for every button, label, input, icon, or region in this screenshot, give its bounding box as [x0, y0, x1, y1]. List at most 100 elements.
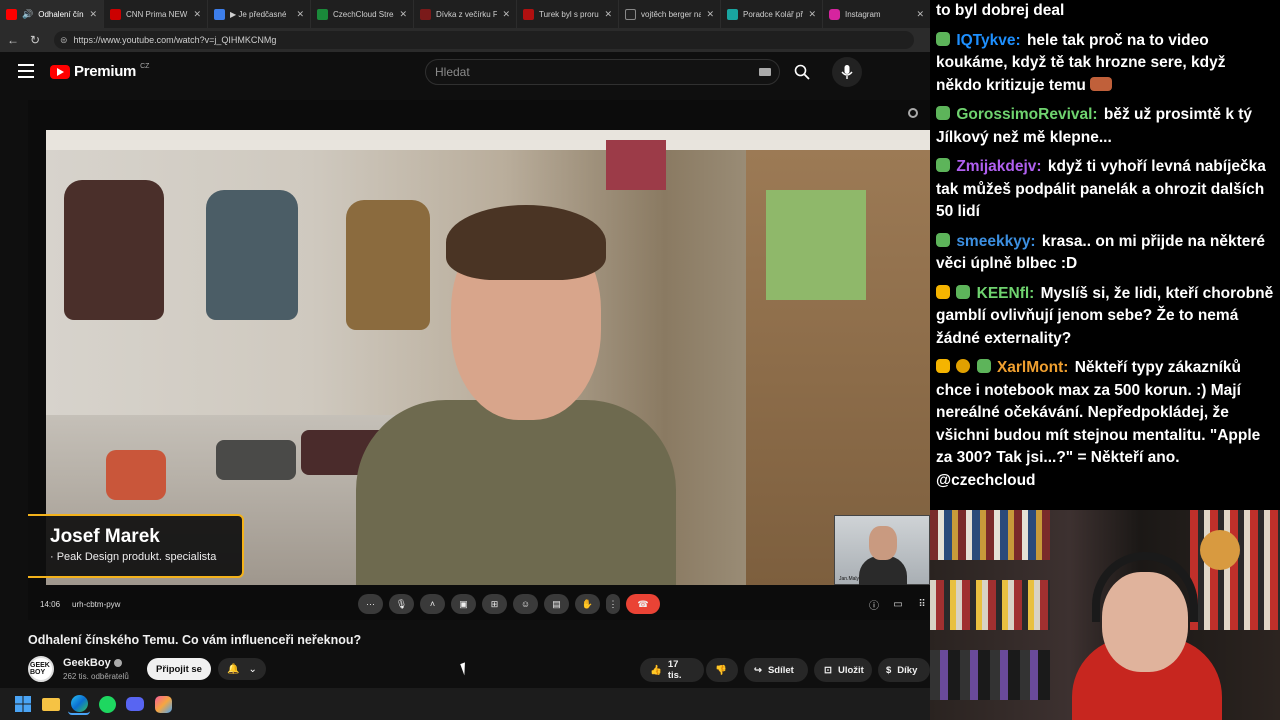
tab-title: CNN Prima NEWS — [126, 9, 189, 19]
present-screen-icon[interactable]: ⊞ — [482, 594, 507, 614]
share-icon: ↪ — [754, 664, 762, 676]
backpack-maroon — [64, 180, 164, 320]
copilot-icon[interactable] — [152, 693, 174, 715]
tab-title: vojtěch berger na — [641, 9, 702, 19]
hamburger-menu-icon[interactable] — [18, 64, 34, 78]
video-player[interactable]: Jan.Maly Josef Marek · Peak Design produ… — [28, 100, 930, 620]
emote-icon — [1090, 76, 1113, 91]
save-icon: ⊡ — [824, 664, 832, 676]
close-tab-icon[interactable]: ✕ — [193, 9, 201, 20]
spotify-icon[interactable] — [96, 693, 118, 715]
tab-title: Dívka z večírku Fi — [436, 9, 498, 19]
chat-message: GorossimoRevival: běž už prosimtě k tý J… — [936, 104, 1274, 149]
close-tab-icon[interactable]: ✕ — [604, 9, 612, 20]
join-button[interactable]: Připojit se — [147, 658, 211, 680]
channel-name: GeekBoy — [63, 657, 111, 669]
meeting-controls: 14:06 urh-cbtm-pyw ··· 🎙 ˄ ▣ ⊞ ☺ ▤ ✋ ⋮ ☎… — [28, 590, 930, 618]
tab-0[interactable]: 🔊 Odhalení čínsk ✕ — [0, 0, 104, 28]
notifications-button[interactable]: 🔔 ⌄ — [218, 658, 266, 680]
share-label: Sdílet — [767, 664, 794, 676]
browser-window: 🔊 Odhalení čínsk ✕ CNN Prima NEWS ✕ ▶ Je… — [0, 0, 930, 688]
tab-5[interactable]: Turek byl s prorus ✕ — [517, 0, 619, 28]
chevron-up-icon[interactable]: ˄ — [420, 594, 445, 614]
tab-3[interactable]: CzechCloud Stream ✕ — [311, 0, 414, 28]
chat-message: XarlMont: Někteří typy zákazníků chce i … — [936, 357, 1274, 492]
thanks-icon: $ — [886, 664, 892, 676]
close-tab-icon[interactable]: ✕ — [89, 9, 97, 20]
captions-icon[interactable]: ▤ — [544, 594, 569, 614]
tab-7[interactable]: Poradce Kolář při ✕ — [721, 0, 823, 28]
tab-6[interactable]: vojtěch berger na ✕ — [619, 0, 721, 28]
tab-1[interactable]: CNN Prima NEWS ✕ — [104, 0, 208, 28]
chat-username[interactable]: Zmijakdejv: — [956, 158, 1041, 175]
info-icon[interactable]: ⓘ — [868, 598, 880, 612]
thumbs-down-icon: 👎 — [715, 664, 727, 676]
camera-toggle-icon[interactable]: ▣ — [451, 594, 476, 614]
pink-poster — [606, 140, 666, 190]
close-tab-icon[interactable]: ✕ — [916, 9, 924, 20]
thanks-button[interactable]: $ Díky — [878, 658, 930, 682]
more-options-icon[interactable]: ··· — [358, 594, 383, 614]
chat-username[interactable]: XarlMont: — [997, 359, 1068, 376]
keyboard-icon[interactable] — [759, 68, 771, 76]
emoji-icon[interactable]: ☺ — [513, 594, 538, 614]
verified-icon — [113, 659, 122, 667]
sub-badge-icon — [936, 106, 950, 120]
search-input[interactable]: Hledat — [425, 59, 780, 85]
channel-avatar[interactable]: GEEK BOY — [28, 656, 54, 682]
windows-taskbar — [0, 688, 930, 720]
crown-badge-icon — [936, 359, 950, 373]
chat-username[interactable]: IQTykve: — [956, 32, 1020, 49]
chat-message: Zmijakdejv: když ti vyhoří levná nabíječ… — [936, 156, 1274, 224]
close-tab-icon[interactable]: ✕ — [808, 9, 816, 20]
discord-icon[interactable] — [124, 693, 146, 715]
close-tab-icon[interactable]: ✕ — [296, 9, 304, 20]
picture-in-picture-tile[interactable]: Jan.Maly — [834, 515, 930, 585]
region-code: CZ — [140, 63, 150, 70]
stream-chat: to byl dobrej deal IQTykve: hele tak pro… — [930, 0, 1280, 510]
site-info-icon[interactable]: ⊜ — [60, 35, 68, 46]
tab-2[interactable]: ▶ Je předčasné ✕ — [208, 0, 311, 28]
chat-icon[interactable]: ▭ — [892, 598, 904, 610]
mic-toggle-icon[interactable]: 🎙 — [389, 594, 414, 614]
share-button[interactable]: ↪ Sdílet — [744, 658, 808, 682]
windows-icon[interactable] — [12, 693, 34, 715]
edge-icon[interactable] — [68, 693, 90, 715]
sub-badge-icon — [936, 232, 950, 247]
channel-name-wrap[interactable]: GeekBoy — [63, 657, 122, 669]
lower-third-nameplate: Josef Marek · Peak Design produkt. speci… — [28, 514, 244, 578]
close-tab-icon[interactable]: ✕ — [706, 9, 714, 20]
chat-username[interactable]: smeekkyy: — [956, 233, 1035, 250]
tab-title: Instagram — [845, 9, 881, 19]
thanks-label: Díky — [897, 664, 918, 676]
close-tab-icon[interactable]: ✕ — [399, 9, 407, 20]
tab-4[interactable]: Dívka z večírku Fi ✕ — [414, 0, 517, 28]
apps-grid-icon[interactable]: ⠿ — [916, 598, 928, 610]
save-button[interactable]: ⊡ Uložit — [814, 658, 872, 682]
search-button[interactable] — [786, 59, 818, 85]
youtube-favicon-icon — [6, 8, 17, 20]
chat-username[interactable]: GorossimoRevival: — [956, 106, 1097, 123]
video-title: Odhalení čínského Temu. Co vám influence… — [28, 633, 362, 647]
speaker-icon[interactable]: 🔊 — [22, 9, 33, 20]
back-icon[interactable]: ← — [2, 33, 24, 47]
like-count: 17 tis. — [667, 659, 682, 681]
kebab-menu-icon[interactable]: ⋮ — [606, 594, 620, 614]
end-call-button[interactable]: ☎ — [626, 594, 660, 614]
dislike-button[interactable]: 👎 — [706, 658, 738, 682]
voice-search-button[interactable] — [832, 57, 862, 87]
url-text: https://www.youtube.com/watch?v=j_QIHMKC… — [73, 35, 277, 45]
file-explorer-icon[interactable] — [40, 693, 62, 715]
tab-title: Turek byl s prorus — [539, 9, 600, 19]
raise-hand-icon[interactable]: ✋ — [575, 594, 600, 614]
url-field[interactable]: ⊜ https://www.youtube.com/watch?v=j_QIHM… — [54, 31, 914, 49]
youtube-premium-logo[interactable]: Premium CZ — [50, 63, 149, 80]
close-tab-icon[interactable]: ✕ — [502, 9, 510, 20]
reload-icon[interactable]: ↻ — [24, 33, 46, 47]
logo-text: Premium — [74, 63, 137, 80]
tab-8[interactable]: Instagram ✕ — [823, 0, 930, 28]
bookshelf-row — [930, 580, 1050, 630]
nameplate-name: Josef Marek — [50, 526, 160, 547]
like-button[interactable]: 👍 17 tis. — [640, 658, 704, 682]
chat-username[interactable]: KEENfl: — [977, 285, 1035, 302]
